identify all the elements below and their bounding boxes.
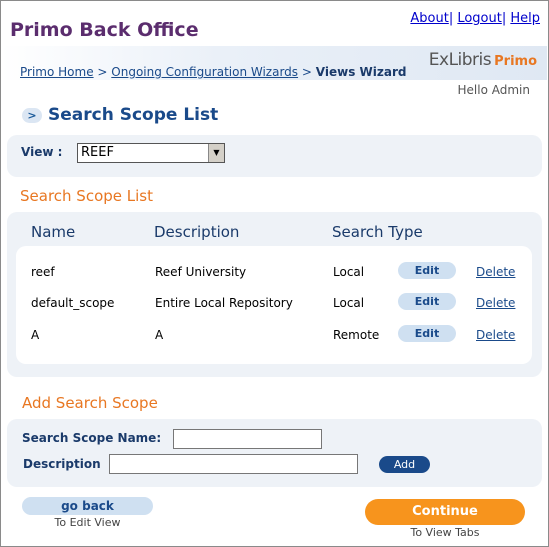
column-header-name: Name	[31, 223, 76, 241]
breadcrumb-home[interactable]: Primo Home	[20, 65, 94, 79]
scope-search-type: Local	[333, 265, 365, 279]
about-link[interactable]: About	[410, 11, 448, 26]
scope-name: reef	[31, 265, 55, 279]
delete-link[interactable]: Delete	[476, 265, 515, 279]
scope-search-type: Remote	[333, 328, 380, 342]
view-selector-panel: View : REEF ▼	[7, 135, 542, 177]
continue-caption: To View Tabs	[410, 526, 480, 539]
chevron-right-icon: >	[22, 108, 42, 123]
scope-description: A	[155, 328, 164, 342]
scope-name: A	[31, 328, 40, 342]
breadcrumb-separator: >	[97, 65, 108, 79]
add-scope-heading: Add Search Scope	[22, 394, 158, 412]
scope-name-label: Search Scope Name:	[22, 431, 162, 445]
logo-product: Primo	[494, 54, 537, 69]
scope-name-input[interactable]	[173, 429, 322, 449]
view-label: View :	[21, 145, 63, 159]
scope-list-heading: Search Scope List	[20, 187, 153, 205]
go-back-caption: To Edit View	[54, 516, 121, 529]
scope-name: default_scope	[31, 296, 115, 310]
greeting: Hello Admin	[457, 83, 530, 97]
logout-link[interactable]: Logout	[457, 11, 502, 26]
breadcrumb-wizards[interactable]: Ongoing Configuration Wizards	[111, 65, 298, 79]
column-header-search-type: Search Type	[332, 223, 423, 241]
view-select[interactable]: REEF ▼	[77, 143, 225, 163]
breadcrumb-current: Views Wizard	[315, 65, 407, 79]
table-row: A A Remote Edit Delete	[16, 323, 532, 347]
page-title: Search Scope List	[48, 105, 219, 125]
go-back-button[interactable]: go back	[22, 497, 153, 515]
scope-list-panel: Name Description Search Type reef Reef U…	[7, 212, 542, 377]
description-label: Description	[23, 457, 101, 471]
table-row: default_scope Entire Local Repository Lo…	[16, 291, 532, 315]
scope-search-type: Local	[333, 296, 365, 310]
description-input[interactable]	[109, 454, 358, 474]
help-link[interactable]: Help	[510, 11, 540, 26]
chevron-down-icon[interactable]: ▼	[208, 144, 224, 162]
scope-table: reef Reef University Local Edit Delete d…	[16, 246, 532, 364]
delete-link[interactable]: Delete	[476, 296, 515, 310]
add-scope-panel: Search Scope Name: Description Add	[7, 419, 542, 487]
edit-button[interactable]: Edit	[398, 293, 456, 310]
column-header-description: Description	[154, 223, 240, 241]
edit-button[interactable]: Edit	[398, 262, 456, 279]
table-row: reef Reef University Local Edit Delete	[16, 260, 532, 284]
view-select-value: REEF	[81, 145, 114, 160]
add-button[interactable]: Add	[379, 456, 430, 473]
logo-brand: ExLibris	[428, 50, 492, 70]
exlibris-logo: ExLibris Primo	[429, 50, 537, 70]
breadcrumb: Primo Home > Ongoing Configuration Wizar…	[20, 65, 406, 79]
scope-description: Reef University	[155, 265, 247, 279]
app-title: Primo Back Office	[10, 19, 199, 41]
continue-button[interactable]: Continue	[365, 499, 525, 525]
breadcrumb-separator: >	[301, 65, 312, 79]
delete-link[interactable]: Delete	[476, 328, 515, 342]
top-links: About| Logout| Help	[410, 11, 540, 26]
edit-button[interactable]: Edit	[398, 325, 456, 342]
scope-description: Entire Local Repository	[155, 296, 293, 310]
